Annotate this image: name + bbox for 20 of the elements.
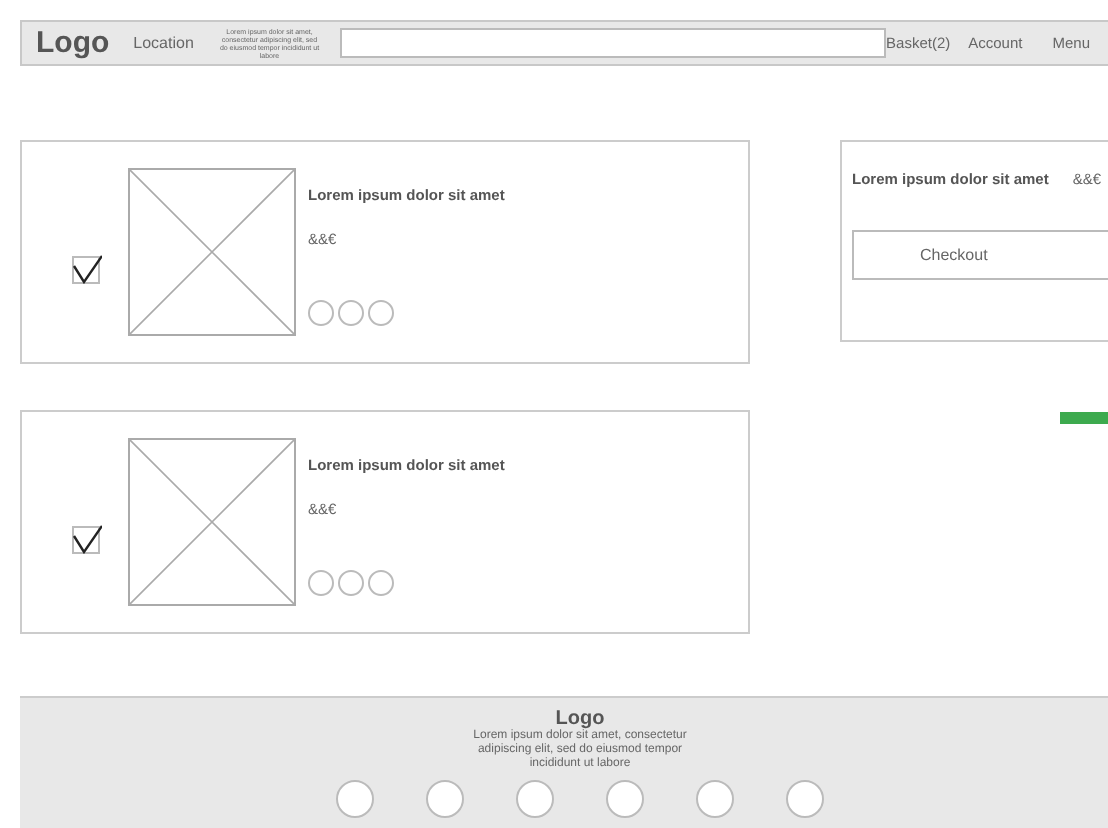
- accent-bar: [1060, 412, 1108, 424]
- logo[interactable]: Logo: [36, 26, 110, 60]
- social-circle[interactable]: [516, 780, 554, 818]
- search-field[interactable]: [339, 28, 887, 58]
- checkout-button[interactable]: Checkout: [852, 230, 1108, 280]
- option-circle[interactable]: [368, 570, 394, 596]
- social-circle[interactable]: [786, 780, 824, 818]
- social-circle[interactable]: [426, 780, 464, 818]
- option-circle[interactable]: [338, 300, 364, 326]
- checkbox[interactable]: [72, 256, 100, 284]
- checkbox[interactable]: [72, 526, 100, 554]
- social-circle[interactable]: [336, 780, 374, 818]
- option-circle[interactable]: [338, 570, 364, 596]
- option-circle[interactable]: [308, 300, 334, 326]
- social-circle[interactable]: [696, 780, 734, 818]
- location-link[interactable]: Location: [133, 34, 194, 52]
- social-circle[interactable]: [606, 780, 644, 818]
- option-circle[interactable]: [308, 570, 334, 596]
- option-circle[interactable]: [368, 300, 394, 326]
- footer-logo: Logo: [555, 708, 605, 730]
